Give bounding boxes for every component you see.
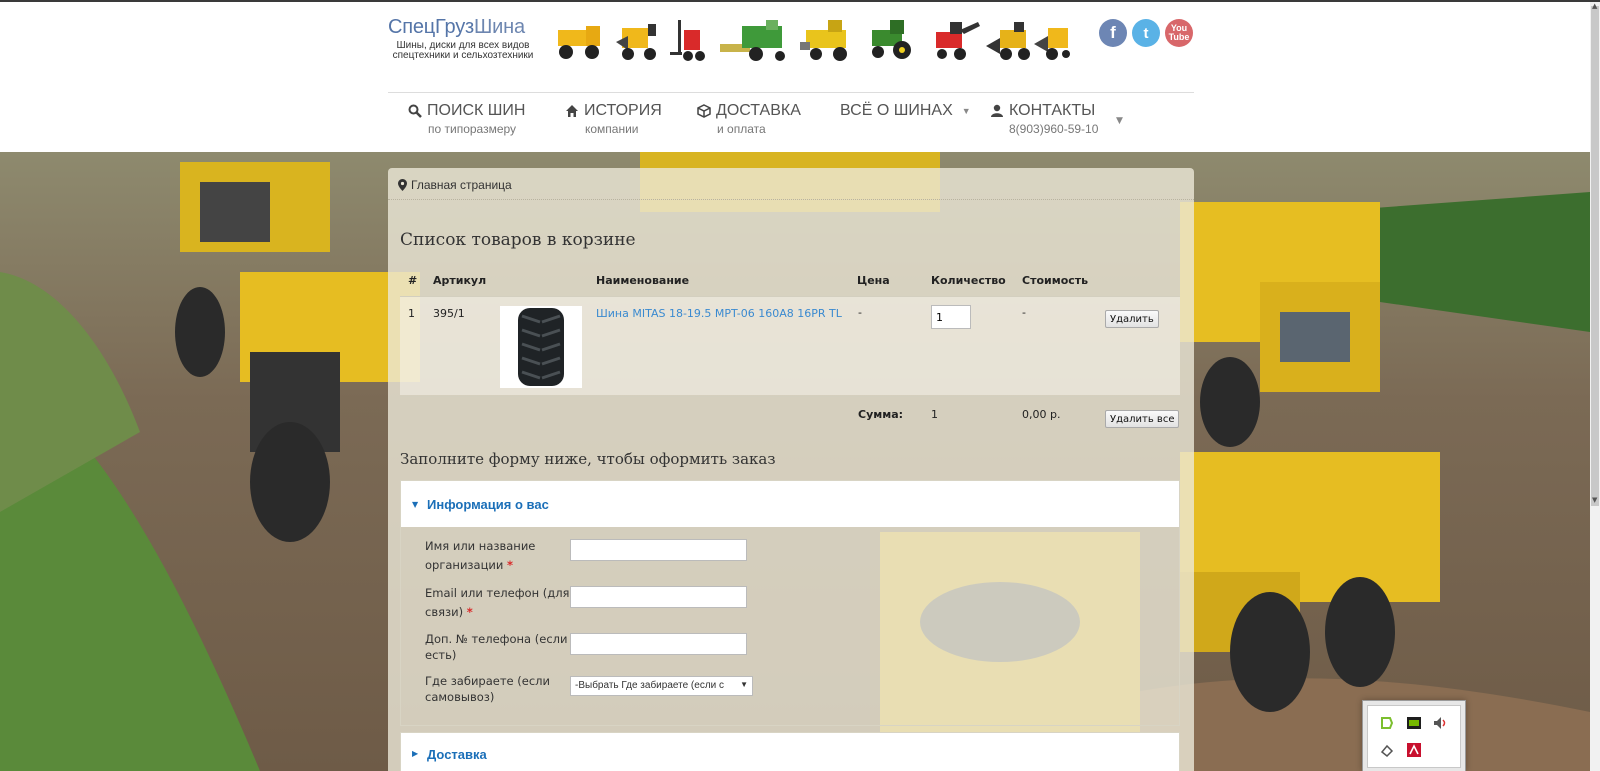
nav-item-tire-search[interactable]: ПОИСК ШИН по типоразмеру [408, 102, 525, 136]
nav-sublabel: и оплата [717, 122, 766, 136]
box-icon [697, 104, 711, 118]
select-arrow-icon: ▼ [740, 680, 748, 689]
pickup-field-label: Где забираете (если самовывоз) [425, 674, 550, 704]
breadcrumb-home-link[interactable]: Главная страница [411, 178, 512, 192]
extra-phone-field-label: Доп. № телефона (если есть) [425, 632, 568, 662]
forage-harvester-icon [800, 20, 847, 61]
extra-phone-input[interactable] [570, 633, 747, 655]
nav-sublabel: по типоразмеру [428, 122, 517, 136]
delivery-fieldset-header[interactable]: ▶ Доставка [400, 732, 1180, 771]
nav-item-delivery[interactable]: ДОСТАВКА и оплата [697, 102, 801, 136]
column-header-name: Наименование [596, 274, 690, 287]
cart-title: Список товаров в корзине [400, 230, 636, 250]
column-header-price: Цена [857, 274, 890, 287]
breadcrumb: Главная страница [398, 178, 512, 192]
nav-label: ИСТОРИЯ [584, 102, 662, 119]
nav-label: КОНТАКТЫ [1009, 102, 1096, 119]
total-cost: 0,00 р. [1022, 408, 1061, 421]
pickup-select[interactable]: -Выбрать Где забираете (если с ▼ [570, 676, 753, 696]
caret-down-icon[interactable]: ▼ [1116, 116, 1123, 126]
nvidia-icon[interactable] [1406, 715, 1422, 731]
row-cost: - [1022, 306, 1026, 319]
personal-info-title: Информация о вас [427, 497, 549, 512]
column-header-cost: Стоимость [1022, 274, 1089, 287]
name-field-label: Имя или название организации * [425, 539, 536, 572]
order-form-title: Заполните форму ниже, чтобы оформить зак… [400, 450, 776, 468]
tractor-icon [872, 20, 911, 59]
product-name-link[interactable]: Шина MITAS 18-19.5 MPT-06 160A8 16PR TL [596, 306, 846, 322]
twitter-icon[interactable]: t [1132, 19, 1160, 47]
total-quantity: 1 [931, 408, 938, 421]
volume-icon[interactable] [1432, 715, 1448, 731]
table-divider [400, 396, 1180, 397]
column-header-number: # [408, 274, 418, 287]
scrollbar-thumb[interactable] [1591, 6, 1599, 506]
youtube-icon[interactable]: You Tube [1165, 19, 1193, 47]
home-icon [566, 105, 578, 117]
facebook-icon[interactable]: f [1099, 19, 1127, 47]
search-icon [408, 104, 422, 118]
personal-info-fieldset: ▼ Информация о вас Имя или название орга… [400, 480, 1180, 726]
nav-item-about-tires[interactable]: ВСЁ О ШИНАХ ▼ [840, 102, 971, 120]
tire-thumbnail[interactable] [500, 306, 582, 388]
triangle-right-icon: ▶ [412, 749, 419, 758]
map-marker-icon [398, 179, 407, 191]
main-nav: ПОИСК ШИН по типоразмеру ИСТОРИЯ компани… [388, 102, 1194, 146]
nav-label: ПОИСК ШИН [427, 102, 526, 119]
personal-info-header[interactable]: ▼ Информация о вас [401, 481, 1179, 527]
nav-divider [388, 92, 1194, 93]
caret-down-icon: ▼ [961, 106, 971, 116]
bulldozer-icon [986, 22, 1030, 60]
nav-sublabel: компании [585, 122, 639, 136]
system-tray-popup [1362, 700, 1466, 771]
site-header: СпецГрузШина Шины, диски для всех видов с… [0, 2, 1590, 152]
delete-item-button[interactable]: Удалить [1105, 310, 1159, 328]
contact-input[interactable] [570, 586, 747, 608]
delivery-section-title: Доставка [427, 747, 487, 762]
site-logo[interactable]: СпецГрузШина Шины, диски для всех видов с… [388, 16, 538, 61]
nav-label: ВСЁ О ШИНАХ [840, 102, 953, 119]
loader-icon [616, 24, 656, 60]
user-icon [991, 104, 1003, 117]
combine-harvester-icon [720, 20, 785, 61]
usb-icon[interactable] [1379, 742, 1395, 758]
column-header-sku: Артикул [433, 274, 487, 287]
scroll-down-arrow[interactable]: ▼ [1592, 496, 1597, 504]
nav-phone: 8(903)960-59-10 [1009, 122, 1099, 136]
dump-truck-icon [558, 26, 600, 59]
logo-subtitle: Шины, диски для всех видов спецтехники и … [392, 40, 534, 61]
row-sku: 395/1 [433, 307, 465, 320]
scroll-up-arrow[interactable]: ▲ [1592, 2, 1597, 10]
nav-label: ДОСТАВКА [716, 102, 801, 119]
total-label: Сумма: [858, 408, 904, 421]
contact-field-label: Email или телефон (для связи) * [425, 586, 570, 619]
machinery-banner [558, 20, 1070, 61]
sync-icon[interactable] [1379, 715, 1395, 731]
nav-item-history[interactable]: ИСТОРИЯ компании [565, 102, 662, 136]
cart-panel: Главная страница Список товаров в корзин… [388, 168, 1194, 771]
forklift-icon [670, 20, 705, 61]
row-number: 1 [408, 307, 415, 320]
adobe-icon[interactable] [1406, 742, 1422, 758]
triangle-down-icon: ▼ [412, 500, 419, 509]
backhoe-icon [936, 22, 980, 60]
wheel-loader-icon [1034, 28, 1070, 60]
quantity-input[interactable] [931, 305, 971, 329]
logo-title: СпецГрузШина [388, 16, 525, 38]
delete-all-button[interactable]: Удалить все [1105, 410, 1180, 428]
column-header-quantity: Количество [931, 274, 1006, 287]
breadcrumb-divider [388, 199, 1194, 200]
row-price: - [858, 306, 862, 319]
name-input[interactable] [570, 539, 747, 561]
nav-item-contacts[interactable]: КОНТАКТЫ 8(903)960-59-10 [990, 102, 1098, 136]
